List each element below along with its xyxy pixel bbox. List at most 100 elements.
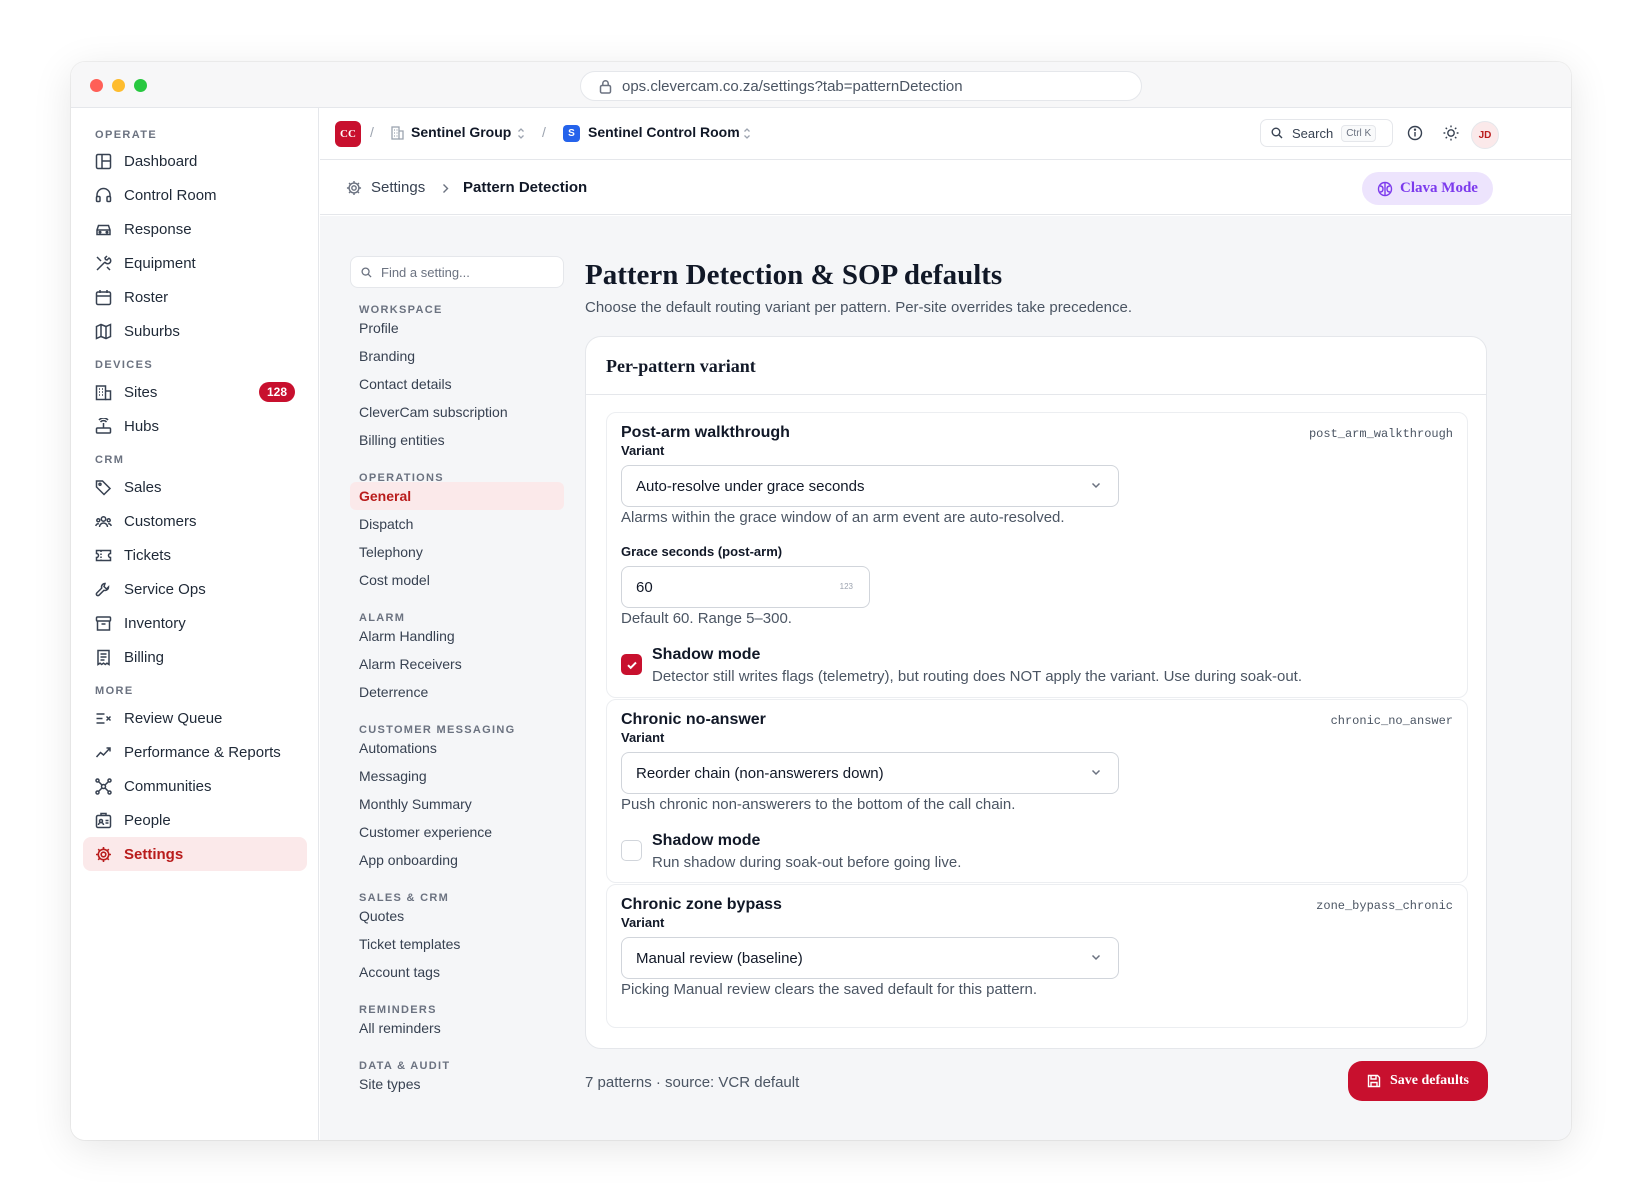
shadow-mode-checkbox[interactable]: [621, 840, 642, 861]
settings-nav-all-reminders[interactable]: All reminders: [350, 1014, 564, 1042]
address-bar[interactable]: ops.clevercam.co.za/settings?tab=pattern…: [580, 71, 1142, 101]
control-room-switcher-label[interactable]: Sentinel Control Room: [588, 124, 740, 140]
settings-content: Find a setting... WORKSPACE Profile Bran…: [320, 216, 1571, 1140]
clava-mode-label: Clava Mode: [1400, 180, 1478, 196]
nav-item-equipment[interactable]: Equipment: [83, 246, 307, 280]
gear-icon: [96, 846, 111, 862]
variant-select-value: Auto-resolve under grace seconds: [636, 477, 865, 495]
sun-icon[interactable]: [1442, 124, 1460, 142]
brain-icon: [1377, 181, 1393, 196]
wrench-icon: [95, 582, 110, 596]
nav-item-billing[interactable]: Billing: [83, 640, 307, 674]
breadcrumb-separator: /: [370, 124, 374, 140]
nav-item-dashboard[interactable]: Dashboard: [83, 144, 307, 178]
layout-dashboard-icon: [95, 153, 112, 169]
grace-seconds-input[interactable]: 60 123: [621, 566, 870, 608]
nav-item-control-room[interactable]: Control Room: [83, 178, 307, 212]
global-search-button[interactable]: Search Ctrl K: [1260, 119, 1393, 147]
grace-seconds-value: 60: [636, 578, 653, 596]
nav-item-label: Tickets: [124, 546, 171, 564]
breadcrumb-current: Pattern Detection: [463, 179, 588, 196]
clava-mode-button[interactable]: Clava Mode: [1362, 172, 1493, 205]
nav-item-label: Sites: [124, 383, 158, 401]
settings-nav-deterrence[interactable]: Deterrence: [350, 678, 564, 706]
search-icon: [1271, 127, 1283, 139]
nav-item-service-ops[interactable]: Service Ops: [83, 572, 307, 606]
chevron-up-down-icon[interactable]: [743, 127, 751, 140]
nav-item-customers[interactable]: Customers: [83, 504, 307, 538]
breadcrumb: Settings Pattern Detection Clava Mode: [320, 161, 1571, 215]
nav-item-people[interactable]: People: [83, 803, 307, 837]
settings-nav-alarm-receivers[interactable]: Alarm Receivers: [350, 650, 564, 678]
main-sidebar: OPERATE Dashboard Control Room Response …: [71, 108, 319, 1140]
search-icon: [361, 266, 372, 278]
settings-nav-messaging[interactable]: Messaging: [350, 762, 564, 790]
group-switcher-label[interactable]: Sentinel Group: [411, 124, 511, 140]
nav-item-sales[interactable]: Sales: [83, 470, 307, 504]
nav-item-sites[interactable]: Sites 128: [83, 375, 307, 409]
nav-item-communities[interactable]: Communities: [83, 769, 307, 803]
nav-item-label: Inventory: [124, 614, 186, 632]
nav-item-response[interactable]: Response: [83, 212, 307, 246]
save-defaults-button[interactable]: Save defaults: [1348, 1061, 1488, 1101]
settings-nav-customer-experience[interactable]: Customer experience: [350, 818, 564, 846]
find-setting-placeholder: Find a setting...: [381, 264, 470, 280]
close-window-button[interactable]: [90, 79, 103, 92]
find-setting-input[interactable]: Find a setting...: [350, 256, 564, 288]
shadow-mode-checkbox[interactable]: [621, 654, 642, 675]
maximize-window-button[interactable]: [134, 79, 147, 92]
nav-item-suburbs[interactable]: Suburbs: [83, 314, 307, 348]
breadcrumb-settings-link[interactable]: Settings: [371, 179, 425, 196]
nav-item-performance[interactable]: Performance & Reports: [83, 735, 307, 769]
nav-item-hubs[interactable]: Hubs: [83, 409, 307, 443]
chevron-up-down-icon[interactable]: [517, 127, 525, 140]
variant-select[interactable]: Auto-resolve under grace seconds: [621, 465, 1119, 507]
page-title: Pattern Detection & SOP defaults: [585, 259, 1003, 291]
control-room-badge: S: [563, 125, 580, 142]
settings-nav-general[interactable]: General: [350, 482, 564, 510]
settings-nav-site-types[interactable]: Site types: [350, 1070, 564, 1098]
nav-item-settings[interactable]: Settings: [83, 837, 307, 871]
settings-nav-dispatch[interactable]: Dispatch: [350, 510, 564, 538]
check-icon: [626, 661, 637, 669]
nav-item-inventory[interactable]: Inventory: [83, 606, 307, 640]
settings-nav-contact-details[interactable]: Contact details: [350, 370, 564, 398]
nav-item-label: Sales: [124, 478, 162, 496]
map-icon: [95, 322, 112, 340]
nav-item-review-queue[interactable]: Review Queue: [83, 701, 307, 735]
org-logo[interactable]: CC: [335, 121, 361, 147]
url-text: ops.clevercam.co.za/settings?tab=pattern…: [622, 77, 963, 95]
info-icon[interactable]: [1407, 125, 1423, 141]
nav-item-label: Roster: [124, 288, 169, 306]
nav-item-label: People: [124, 811, 171, 829]
settings-nav-subscription[interactable]: CleverCam subscription: [350, 398, 564, 426]
variant-select[interactable]: Reorder chain (non-answerers down): [621, 752, 1119, 794]
settings-nav-branding[interactable]: Branding: [350, 342, 564, 370]
settings-nav-profile[interactable]: Profile: [350, 314, 564, 342]
nav-item-label: Control Room: [124, 186, 217, 204]
nav-section-operate: OPERATE: [95, 129, 158, 141]
settings-nav-automations[interactable]: Automations: [350, 734, 564, 762]
settings-nav-account-tags[interactable]: Account tags: [350, 958, 564, 986]
settings-nav-telephony[interactable]: Telephony: [350, 538, 564, 566]
settings-nav-app-onboarding[interactable]: App onboarding: [350, 846, 564, 874]
settings-nav-ticket-templates[interactable]: Ticket templates: [350, 930, 564, 958]
settings-nav-quotes[interactable]: Quotes: [350, 902, 564, 930]
nav-item-roster[interactable]: Roster: [83, 280, 307, 314]
variant-label: Variant: [621, 443, 665, 458]
settings-nav-billing-entities[interactable]: Billing entities: [350, 426, 564, 454]
user-avatar[interactable]: JD: [1471, 121, 1499, 149]
pattern-name: Chronic no-answer: [621, 711, 766, 728]
nav-item-tickets[interactable]: Tickets: [83, 538, 307, 572]
settings-nav-monthly-summary[interactable]: Monthly Summary: [350, 790, 564, 818]
nav-item-label: Review Queue: [124, 709, 223, 727]
nav-section-crm: CRM: [95, 454, 125, 466]
shadow-mode-title: Shadow mode: [652, 646, 761, 663]
settings-nav-cost-model[interactable]: Cost model: [350, 566, 564, 594]
settings-nav-alarm-handling[interactable]: Alarm Handling: [350, 622, 564, 650]
nav-item-label: Performance & Reports: [124, 743, 281, 761]
chevron-down-icon: [1091, 482, 1101, 489]
top-bar: CC / Sentinel Group / S Sentinel Control…: [320, 108, 1571, 160]
minimize-window-button[interactable]: [112, 79, 125, 92]
variant-select[interactable]: Manual review (baseline): [621, 937, 1119, 979]
